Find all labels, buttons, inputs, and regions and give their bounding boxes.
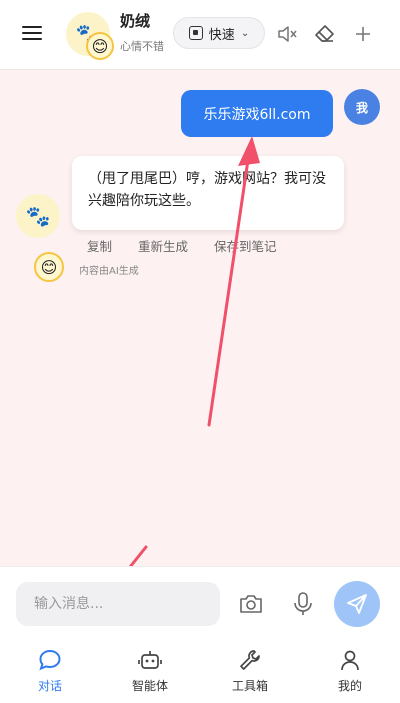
chat-icon	[39, 649, 61, 671]
message-input[interactable]	[16, 582, 220, 626]
nav-item-agents[interactable]: 智能体	[100, 634, 200, 703]
paw-icon: 🐾	[25, 204, 51, 228]
composer-bar	[0, 566, 400, 634]
nav-label-toolbox: 工具箱	[231, 679, 268, 693]
bot-avatar: 🐾	[16, 194, 60, 238]
nav-label-chat: 对话	[37, 679, 62, 693]
plus-icon[interactable]	[351, 22, 375, 46]
chip-icon	[188, 26, 203, 40]
mode-label: 快速	[208, 27, 235, 43]
chevron-down-icon: ⌄	[240, 27, 250, 39]
bot-message[interactable]: （甩了甩尾巴）哼，游戏网站？我可没兴趣陪你玩这些。	[72, 156, 344, 230]
robot-icon	[138, 651, 162, 669]
top-bar: 🐾 😊 奶绒 心情不错 快速 ⌄	[0, 0, 400, 70]
message-actions: 复制 重新生成 保存到笔记	[87, 236, 277, 255]
nav-label-profile: 我的	[337, 679, 362, 693]
menu-icon[interactable]	[22, 22, 46, 44]
wrench-icon	[240, 650, 260, 670]
nav-item-profile[interactable]: 我的	[300, 634, 400, 703]
bot-avatar-header[interactable]: 🐾 😊	[66, 12, 114, 60]
user-avatar: 我	[344, 89, 380, 125]
regenerate-button[interactable]: 重新生成	[138, 236, 188, 255]
eraser-icon[interactable]	[313, 22, 337, 46]
camera-icon[interactable]	[238, 592, 264, 616]
copy-button[interactable]: 复制	[87, 236, 112, 255]
smile-icon: 😊	[86, 32, 114, 60]
nav-item-toolbox[interactable]: 工具箱	[200, 634, 300, 703]
ai-generated-note: 内容由AI生成	[79, 266, 139, 277]
bot-name: 奶绒	[120, 12, 151, 30]
send-button[interactable]	[334, 581, 380, 627]
nav-item-chat[interactable]: 对话	[0, 634, 100, 703]
mode-selector[interactable]: 快速 ⌄	[173, 17, 265, 49]
microphone-icon[interactable]	[291, 591, 315, 617]
user-message[interactable]: 乐乐游戏6ll.com	[181, 90, 333, 137]
bottom-nav: 对话 智能体 工具箱 我的	[0, 634, 400, 703]
mute-icon[interactable]	[276, 22, 300, 46]
smile-icon: 😊	[34, 252, 64, 282]
user-icon	[341, 650, 359, 671]
bot-status: 心情不错	[120, 40, 164, 53]
nav-label-agents: 智能体	[131, 679, 168, 693]
send-icon	[347, 594, 367, 614]
save-note-button[interactable]: 保存到笔记	[214, 236, 277, 255]
